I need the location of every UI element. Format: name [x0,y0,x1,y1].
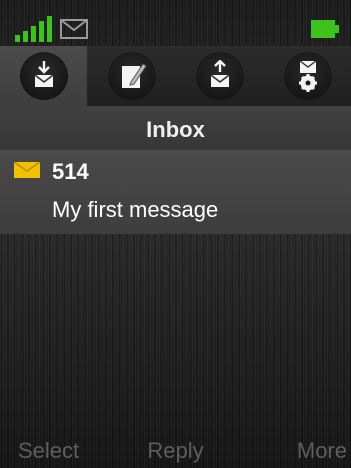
tab-message-settings[interactable] [264,46,351,106]
message-preview: My first message [52,197,219,222]
message-settings-gear-icon [298,60,317,92]
folder-tab-bar [0,46,351,106]
envelope-outline-icon [60,19,88,39]
tab-compose[interactable] [88,46,175,106]
battery-icon [311,20,339,38]
page-title: Inbox [146,117,205,142]
outbox-upload-icon [210,60,229,87]
tab-inbox-bubble [19,52,68,100]
tab-settings-bubble [283,52,332,100]
message-list-item[interactable]: 514 My first message [0,150,351,234]
tab-outbox-bubble [195,52,244,100]
tab-outbox[interactable] [176,46,263,106]
more-softkey[interactable]: More [297,438,347,464]
signal-bars-icon [15,16,52,42]
softkey-bar: Select Reply More [0,428,351,468]
folder-title-bar: Inbox [0,106,351,150]
message-sender: 514 [52,159,89,184]
tab-compose-bubble [107,52,156,100]
phone-screen: Inbox 514 My first message Select Reply … [0,0,351,468]
inbox-download-icon [34,61,53,87]
tab-inbox[interactable] [0,46,87,106]
compose-pencil-icon [121,63,147,88]
unread-envelope-icon [14,162,40,178]
status-bar [0,0,351,46]
